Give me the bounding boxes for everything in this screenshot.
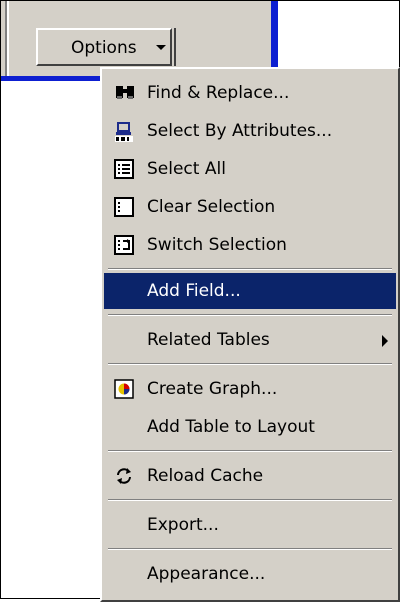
sql-icon (114, 121, 134, 142)
options-button-label: Options (71, 38, 137, 58)
menu-item-label: Add Field... (147, 281, 241, 301)
menu-item-appearance[interactable]: Appearance... (104, 556, 396, 592)
button-separator (174, 28, 176, 66)
menu-item-label: Related Tables (147, 330, 270, 350)
menu-item-switch-selection[interactable]: Switch Selection (104, 227, 396, 263)
menu-divider (108, 450, 392, 452)
menu-divider (108, 363, 392, 365)
menu-item-label: Switch Selection (147, 235, 287, 255)
menu-item-label: Export... (147, 515, 219, 535)
menu-divider (108, 499, 392, 501)
menu-item-create-graph[interactable]: Create Graph... (104, 371, 396, 407)
select-all-icon (114, 159, 134, 179)
graph-icon (114, 379, 134, 399)
menu-item-related-tables[interactable]: Related Tables (104, 322, 396, 358)
menu-item-find-replace[interactable]: Find & Replace... (104, 75, 396, 111)
options-menu: Find & Replace... Select By Attributes..… (100, 67, 400, 602)
menu-item-label: Find & Replace... (147, 83, 290, 103)
menu-divider (108, 548, 392, 550)
reload-icon (114, 466, 134, 486)
options-button[interactable]: Options (36, 28, 176, 66)
chevron-down-icon (156, 45, 166, 50)
menu-item-label: Clear Selection (147, 197, 276, 217)
menu-item-select-all[interactable]: Select All (104, 151, 396, 187)
menu-item-clear-selection[interactable]: Clear Selection (104, 189, 396, 225)
menu-item-label: Create Graph... (147, 379, 278, 399)
menu-item-export[interactable]: Export... (104, 507, 396, 543)
menu-item-label: Select All (147, 159, 226, 179)
menu-item-select-by-attributes[interactable]: Select By Attributes... (104, 113, 396, 149)
menu-item-add-field[interactable]: Add Field... (104, 273, 396, 309)
menu-item-label: Reload Cache (147, 466, 264, 486)
menu-divider (108, 314, 392, 316)
toolbar-edge-highlight (7, 1, 9, 77)
menu-item-label: Appearance... (147, 564, 266, 584)
chevron-right-icon (382, 335, 388, 347)
binoculars-icon (114, 83, 134, 103)
menu-item-add-table-to-layout[interactable]: Add Table to Layout (104, 409, 396, 445)
menu-item-label: Select By Attributes... (147, 121, 333, 141)
clear-selection-icon (114, 197, 134, 217)
menu-divider (108, 268, 392, 270)
menu-item-label: Add Table to Layout (147, 417, 315, 437)
switch-selection-icon (114, 235, 134, 255)
menu-item-reload-cache[interactable]: Reload Cache (104, 458, 396, 494)
